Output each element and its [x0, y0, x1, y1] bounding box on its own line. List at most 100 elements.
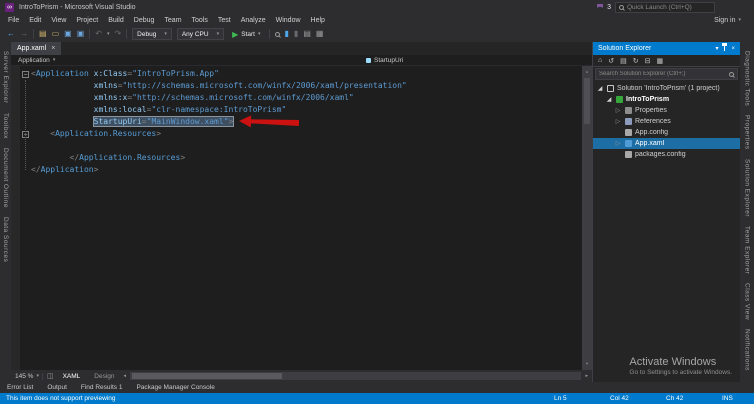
horizontal-scrollbar[interactable] [130, 372, 582, 380]
collapsed-expander-icon[interactable]: ▷ [614, 140, 622, 147]
pin-icon[interactable] [722, 43, 728, 51]
close-panel-icon[interactable]: × [731, 46, 735, 52]
zoom-dropdown[interactable]: 145 % ▾ [15, 372, 43, 380]
scroll-down-icon[interactable]: ▾ [585, 358, 588, 370]
panel-tab-package-manager-console[interactable]: Package Manager Console [136, 384, 214, 391]
menu-item-test[interactable]: Test [213, 17, 236, 24]
side-tab-toolbox[interactable]: Toolbox [2, 113, 9, 139]
refresh-icon[interactable]: ↻ [633, 57, 639, 65]
tree-item-references[interactable]: ▷ References [593, 116, 740, 127]
close-tab-icon[interactable]: × [51, 45, 55, 52]
save-all-icon[interactable]: ▣ [77, 29, 85, 39]
side-tab-server-explorer[interactable]: Server Explorer [2, 51, 9, 104]
type-dropdown[interactable]: Application [18, 57, 50, 64]
breakpoint-margin[interactable] [11, 66, 20, 370]
solution-configuration-dropdown[interactable]: Debug ▾ [132, 28, 172, 40]
new-file-icon[interactable]: ▤ [39, 29, 47, 39]
side-tab-class-view[interactable]: Class View [744, 283, 751, 320]
line-list-icon[interactable]: ▤ [303, 29, 311, 39]
undo-icon[interactable]: ↶ [95, 29, 102, 39]
menu-bar-right: Sign in ▾ [714, 17, 751, 24]
menu-item-debug[interactable]: Debug [129, 17, 160, 24]
code-line[interactable]: xmlns="http://schemas.microsoft.com/winf… [20, 80, 582, 92]
menu-item-build[interactable]: Build [103, 17, 129, 24]
scrollbar-thumb[interactable] [132, 373, 283, 379]
menu-item-window[interactable]: Window [271, 17, 306, 24]
bookmark-icon[interactable]: ▮ [285, 29, 289, 39]
code-line[interactable]: − <Application x:Class="IntroToPrism.App" [20, 68, 582, 80]
collapse-all-icon[interactable]: ⊟ [645, 57, 651, 65]
tab-xaml-view[interactable]: XAML [58, 373, 86, 380]
scroll-left-icon[interactable]: ◂ [124, 373, 127, 379]
menu-item-project[interactable]: Project [71, 17, 103, 24]
tree-item-introtoprism[interactable]: ◢ IntroToPrism [593, 94, 740, 105]
code-line[interactable] [20, 140, 582, 152]
menu-item-help[interactable]: Help [306, 17, 330, 24]
vertical-scrollbar[interactable]: ▴ ▾ [582, 66, 592, 370]
home-icon[interactable]: ⌂ [598, 57, 602, 64]
menu-item-edit[interactable]: Edit [24, 17, 46, 24]
scroll-up-icon[interactable]: ▴ [585, 66, 588, 78]
code-line[interactable]: − <Application.Resources> [20, 128, 582, 140]
tab-app-xaml[interactable]: App.xaml × [11, 42, 62, 55]
window-position-icon[interactable]: ▾ [715, 45, 718, 52]
open-folder-icon[interactable]: ▭ [52, 29, 60, 39]
tree-item-app-xaml[interactable]: ▷ App.xaml [593, 138, 740, 149]
save-icon[interactable]: ▣ [64, 29, 72, 39]
tree-item-app-config[interactable]: App.config [593, 127, 740, 138]
next-bookmark-icon[interactable]: ▮ [294, 29, 298, 39]
redo-icon[interactable]: ↷ [114, 29, 121, 39]
panel-tab-error-list[interactable]: Error List [7, 384, 33, 391]
start-debugging-button[interactable]: ▶ Start ▾ [229, 28, 263, 40]
feedback-flag-icon[interactable] [597, 3, 604, 8]
menu-item-tools[interactable]: Tools [187, 17, 213, 24]
fold-collapse-icon[interactable]: − [22, 70, 29, 78]
tree-item-packages-config[interactable]: packages.config [593, 149, 740, 160]
side-tab-solution-explorer[interactable]: Solution Explorer [744, 159, 751, 217]
navigate-forward-icon[interactable]: → [20, 29, 28, 39]
tree-item-properties[interactable]: ▷ Properties [593, 105, 740, 116]
expanded-expander-icon[interactable]: ◢ [605, 96, 613, 103]
tree-item-solution-introtoprism-1-project[interactable]: ◢ Solution 'IntroToPrism' (1 project) [593, 83, 740, 94]
quick-launch-input[interactable]: Quick Launch (Ctrl+Q) [615, 1, 715, 13]
scrollbar-thumb[interactable] [584, 78, 590, 124]
undo-dropdown-icon[interactable]: ▾ [107, 31, 110, 37]
menu-item-analyze[interactable]: Analyze [236, 17, 271, 24]
side-tab-data-sources[interactable]: Data Sources [2, 217, 9, 262]
switch-views-icon[interactable]: ↺ [608, 57, 614, 65]
navigate-back-icon[interactable]: ← [7, 29, 15, 39]
code-line[interactable]: xmlns:x="http://schemas.microsoft.com/wi… [20, 92, 582, 104]
tab-design-view[interactable]: Design [89, 373, 119, 380]
solution-explorer-header[interactable]: Solution Explorer ▾ × [593, 42, 740, 55]
show-all-files-icon[interactable]: ▤ [620, 57, 627, 65]
code-line[interactable]: xmlns:local="clr-namespace:IntroToPrism" [20, 104, 582, 116]
side-tab-notifications[interactable]: Notifications [744, 329, 751, 371]
solution-search-input[interactable]: Search Solution Explorer (Ctrl+;) [595, 68, 738, 80]
properties-window-icon[interactable]: ▦ [656, 57, 663, 65]
visual-studio-logo-icon: ∞ [5, 2, 14, 12]
expanded-expander-icon[interactable]: ◢ [596, 85, 604, 92]
chevron-down-icon[interactable]: ▾ [738, 17, 741, 23]
sign-in-button[interactable]: Sign in [714, 17, 735, 24]
solution-platform-dropdown[interactable]: Any CPU ▾ [176, 28, 225, 40]
code-line[interactable]: </Application.Resources> [20, 152, 582, 164]
menu-item-view[interactable]: View [46, 17, 71, 24]
collapsed-expander-icon[interactable]: ▷ [614, 118, 622, 125]
menu-item-file[interactable]: File [3, 17, 24, 24]
xaml-code-editor[interactable]: − <Application x:Class="IntroToPrism.App"… [11, 66, 592, 370]
collapsed-expander-icon[interactable]: ▷ [614, 107, 622, 114]
side-tab-diagnostic-tools[interactable]: Diagnostic Tools [744, 51, 751, 106]
split-view-icon[interactable]: ◫ [47, 372, 54, 380]
panel-tab-find-results-1[interactable]: Find Results 1 [81, 384, 123, 391]
side-tab-document-outline[interactable]: Document Outline [2, 148, 9, 208]
menu-item-team[interactable]: Team [159, 17, 186, 24]
chevron-down-icon[interactable]: ▾ [53, 57, 56, 63]
find-in-files-icon[interactable] [274, 31, 280, 37]
scroll-right-icon[interactable]: ▸ [585, 373, 588, 379]
code-line[interactable]: </Application> [20, 164, 582, 176]
grid-icon[interactable]: ▦ [316, 29, 324, 39]
side-tab-properties[interactable]: Properties [744, 115, 751, 150]
panel-tab-output[interactable]: Output [47, 384, 67, 391]
side-tab-team-explorer[interactable]: Team Explorer [744, 226, 751, 274]
member-dropdown[interactable]: StartupUri [366, 57, 403, 64]
